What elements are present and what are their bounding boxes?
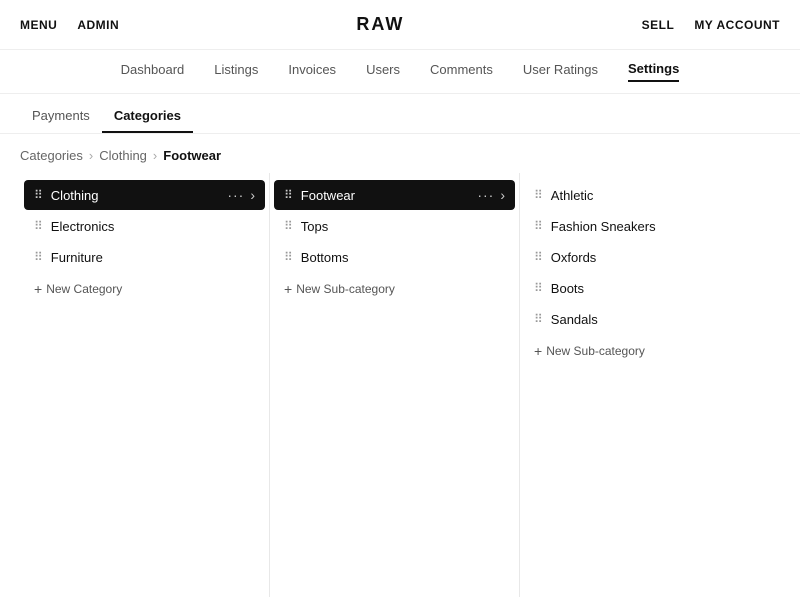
main-nav: Dashboard Listings Invoices Users Commen…: [0, 50, 800, 94]
tab-categories[interactable]: Categories: [102, 108, 193, 133]
tab-payments[interactable]: Payments: [20, 108, 102, 133]
breadcrumb-root[interactable]: Categories: [20, 148, 83, 163]
category-label-oxfords: Oxfords: [551, 250, 735, 265]
drag-handle-oxfords: ⠿: [534, 251, 543, 263]
new-category-label: New Category: [46, 282, 122, 296]
drag-handle-furniture: ⠿: [34, 251, 43, 263]
drag-handle-footwear: ⠿: [284, 189, 293, 201]
new-subcategory-link-col2[interactable]: + New Sub-category: [270, 273, 519, 305]
column-2: ⠿ Footwear ··· › ⠿ Tops ··· ⠿ Bottoms ··…: [270, 173, 520, 597]
category-item-oxfords[interactable]: ⠿ Oxfords ···: [524, 242, 766, 272]
category-label-sandals: Sandals: [551, 312, 735, 327]
category-item-footwear[interactable]: ⠿ Footwear ··· ›: [274, 180, 515, 210]
drag-handle-boots: ⠿: [534, 282, 543, 294]
category-label-footwear: Footwear: [301, 188, 476, 203]
category-label-furniture: Furniture: [51, 250, 234, 265]
menu-link[interactable]: MENU: [20, 18, 57, 32]
category-label-fashion-sneakers: Fashion Sneakers: [551, 219, 735, 234]
category-item-fashion-sneakers[interactable]: ⠿ Fashion Sneakers ···: [524, 211, 766, 241]
top-bar-right: SELL MY ACCOUNT: [642, 18, 780, 32]
category-item-furniture[interactable]: ⠿ Furniture ···: [24, 242, 265, 272]
new-subcategory-label-col3: New Sub-category: [546, 344, 645, 358]
myaccount-link[interactable]: MY ACCOUNT: [694, 18, 780, 32]
nav-comments[interactable]: Comments: [430, 62, 493, 81]
breadcrumb-sep2: ›: [153, 148, 157, 163]
category-label-tops: Tops: [301, 219, 484, 234]
top-bar-left: MENU ADMIN: [20, 18, 119, 32]
settings-tabs: Payments Categories: [0, 94, 800, 134]
nav-listings[interactable]: Listings: [214, 62, 258, 81]
sell-link[interactable]: SELL: [642, 18, 675, 32]
breadcrumb-sep1: ›: [89, 148, 93, 163]
arrow-footwear: ›: [500, 187, 505, 203]
nav-settings[interactable]: Settings: [628, 61, 679, 82]
nav-user-ratings[interactable]: User Ratings: [523, 62, 598, 81]
category-item-athletic[interactable]: ⠿ Athletic ···: [524, 180, 766, 210]
nav-users[interactable]: Users: [366, 62, 400, 81]
breadcrumb-level2: Footwear: [163, 148, 221, 163]
category-item-clothing[interactable]: ⠿ Clothing ··· ›: [24, 180, 265, 210]
category-item-bottoms[interactable]: ⠿ Bottoms ···: [274, 242, 515, 272]
more-button-clothing[interactable]: ···: [225, 187, 246, 203]
brand-logo: RAW: [356, 14, 404, 35]
category-label-boots: Boots: [551, 281, 735, 296]
category-label-athletic: Athletic: [551, 188, 735, 203]
drag-handle-fashion-sneakers: ⠿: [534, 220, 543, 232]
column-3: ⠿ Athletic ··· ⠿ Fashion Sneakers ··· ⠿ …: [520, 173, 770, 597]
category-item-electronics[interactable]: ⠿ Electronics ···: [24, 211, 265, 241]
nav-invoices[interactable]: Invoices: [288, 62, 336, 81]
arrow-clothing: ›: [250, 187, 255, 203]
plus-icon: +: [34, 281, 42, 297]
category-label-bottoms: Bottoms: [301, 250, 484, 265]
new-subcategory-label-col2: New Sub-category: [296, 282, 395, 296]
drag-handle-bottoms: ⠿: [284, 251, 293, 263]
drag-handle-athletic: ⠿: [534, 189, 543, 201]
category-label-electronics: Electronics: [51, 219, 234, 234]
plus-icon-col2: +: [284, 281, 292, 297]
new-subcategory-link-col3[interactable]: + New Sub-category: [520, 335, 770, 367]
breadcrumb-level1[interactable]: Clothing: [99, 148, 147, 163]
column-1: ⠿ Clothing ··· › ⠿ Electronics ··· ⠿ Fur…: [20, 173, 270, 597]
plus-icon-col3: +: [534, 343, 542, 359]
more-button-footwear[interactable]: ···: [475, 187, 496, 203]
drag-handle-tops: ⠿: [284, 220, 293, 232]
category-item-boots[interactable]: ⠿ Boots ···: [524, 273, 766, 303]
breadcrumb: Categories › Clothing › Footwear: [0, 134, 800, 173]
category-label-clothing: Clothing: [51, 188, 226, 203]
nav-dashboard[interactable]: Dashboard: [121, 62, 185, 81]
top-bar: MENU ADMIN RAW SELL MY ACCOUNT: [0, 0, 800, 50]
columns-container: ⠿ Clothing ··· › ⠿ Electronics ··· ⠿ Fur…: [0, 173, 800, 597]
new-category-link[interactable]: + New Category: [20, 273, 269, 305]
category-item-tops[interactable]: ⠿ Tops ···: [274, 211, 515, 241]
drag-handle-sandals: ⠿: [534, 313, 543, 325]
drag-handle-clothing: ⠿: [34, 189, 43, 201]
drag-handle-electronics: ⠿: [34, 220, 43, 232]
admin-link[interactable]: ADMIN: [77, 18, 119, 32]
category-item-sandals[interactable]: ⠿ Sandals ···: [524, 304, 766, 334]
